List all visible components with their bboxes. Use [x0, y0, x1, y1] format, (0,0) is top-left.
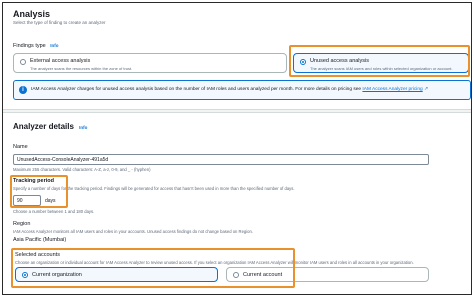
name-input[interactable]: UnusedAccess-ConsoleAnalyzer-491a5d	[13, 154, 429, 165]
pricing-alert-message: IAM Access Analyzer charges for unused a…	[31, 87, 363, 92]
findings-type-label-row: Findings type Info	[13, 43, 59, 49]
selected-accounts-highlight	[11, 248, 295, 288]
analyzer-details-info-link[interactable]: Info	[79, 125, 87, 130]
pricing-info-alert: i IAM Access Analyzer charges for unused…	[13, 80, 471, 100]
findings-type-label: Findings type	[13, 43, 46, 49]
region-label: Region	[13, 221, 31, 227]
pricing-link[interactable]: IAM Access Analyzer pricing	[362, 87, 422, 92]
external-link-icon: ↗	[422, 87, 429, 92]
external-access-description: The analyzer scans the resources within …	[30, 66, 133, 71]
section-divider	[3, 109, 471, 113]
findings-type-info-link[interactable]: Info	[50, 43, 58, 48]
tracking-period-highlight	[10, 175, 68, 208]
analyzer-details-title: Analyzer details Info	[13, 122, 87, 131]
name-label: Name	[13, 144, 28, 150]
unused-access-highlight	[289, 45, 470, 77]
external-access-title: External access analysis	[30, 58, 91, 64]
name-hint: Maximum 255 characters. Valid characters…	[13, 167, 151, 172]
region-value: Asia Pacific (Mumbai)	[13, 237, 67, 243]
tracking-period-hint: Choose a number between 1 and 180 days.	[13, 209, 95, 214]
analysis-section-description: Select the type of finding to create an …	[13, 20, 106, 25]
external-access-option[interactable]: External access analysis The analyzer sc…	[13, 53, 287, 73]
analysis-section-title: Analysis	[13, 9, 51, 19]
external-access-radio[interactable]	[20, 59, 26, 65]
analyzer-details-heading: Analyzer details	[13, 122, 74, 131]
region-description: IAM Access Analyzer monitors all IAM use…	[13, 229, 253, 234]
analyzer-form: Analysis Select the type of finding to c…	[2, 2, 472, 295]
info-circle-icon: i	[19, 86, 27, 94]
pricing-alert-text: IAM Access Analyzer charges for unused a…	[31, 87, 428, 92]
